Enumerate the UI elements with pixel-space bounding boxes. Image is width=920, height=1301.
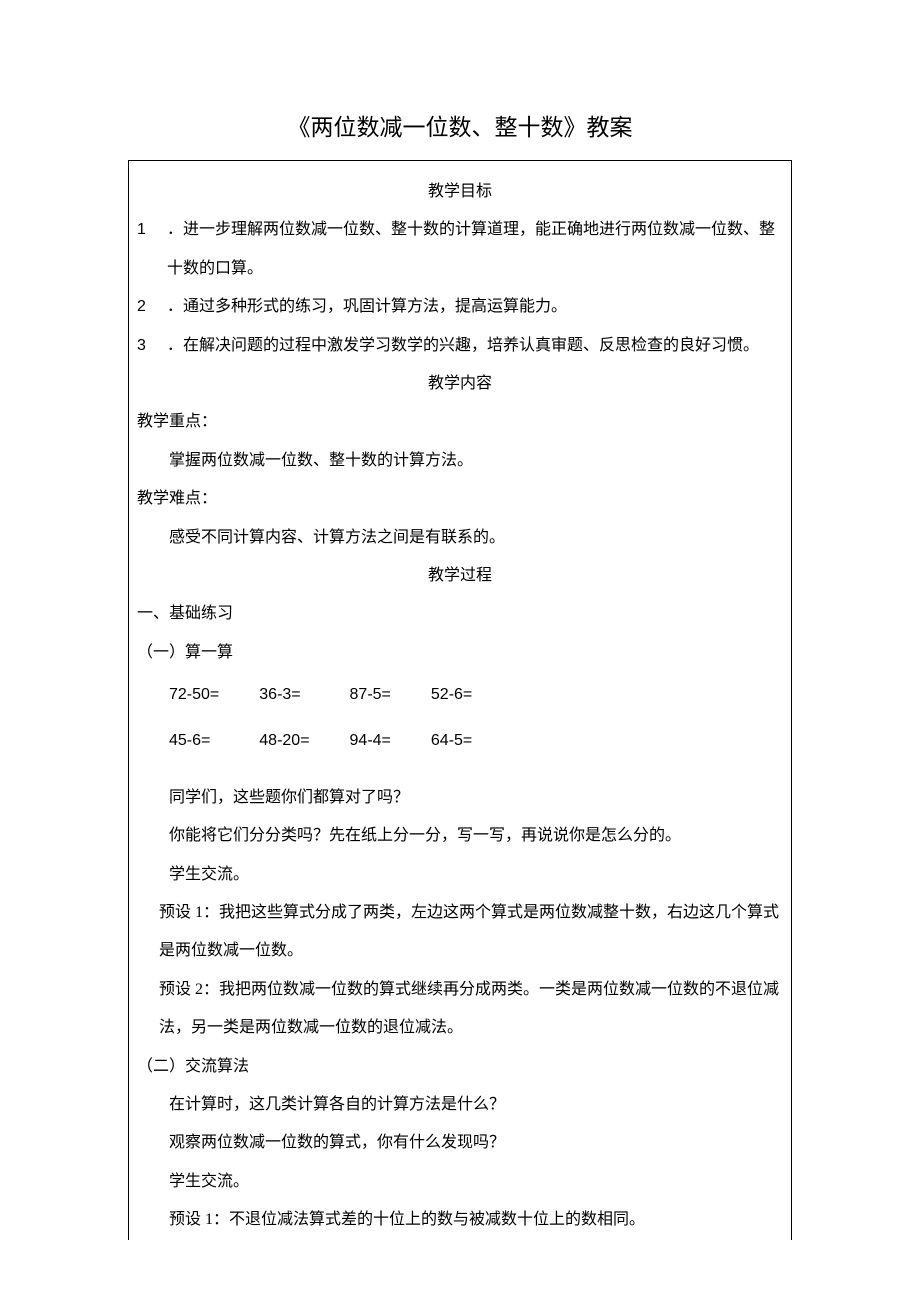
equation-cell: 48-20= bbox=[259, 718, 349, 764]
preset-text: 预设 1：我把这些算式分成了两类，左边这两个算式是两位数减整十数，右边这几个算式… bbox=[137, 894, 783, 971]
goal-text: ．进一步理解两位数减一位数、整十数的计算道理，能正确地进行两位数减一位数、整十数… bbox=[167, 221, 775, 276]
body-text: 你能将它们分分类吗？先在纸上分一分，写一写，再说说你是怎么分的。 bbox=[137, 817, 783, 855]
goal-item: 3 ．在解决问题的过程中激发学习数学的兴趣，培养认真审题、反思检查的良好习惯。 bbox=[137, 327, 783, 365]
equation-cell: 87-5= bbox=[350, 672, 431, 718]
goal-number: 2 bbox=[137, 288, 146, 326]
equations-table: 72-50= 36-3= 87-5= 52-6= 45-6= 48-20= 94… bbox=[169, 672, 512, 765]
section-heading-goals: 教学目标 bbox=[137, 173, 783, 211]
goal-text: ．在解决问题的过程中激发学习数学的兴趣，培养认真审题、反思检查的良好习惯。 bbox=[167, 337, 759, 354]
content-box: 教学目标 1 ．进一步理解两位数减一位数、整十数的计算道理，能正确地进行两位数减… bbox=[128, 160, 792, 1240]
equation-cell: 45-6= bbox=[169, 718, 259, 764]
section-1-heading: 一、基础练习 bbox=[137, 595, 783, 633]
body-text: 同学们，这些题你们都算对了吗？ bbox=[137, 779, 783, 817]
body-text: 在计算时，这几类计算各自的计算方法是什么？ bbox=[137, 1086, 783, 1124]
table-row: 72-50= 36-3= 87-5= 52-6= bbox=[169, 672, 512, 718]
goal-text: ．通过多种形式的练习，巩固计算方法，提高运算能力。 bbox=[167, 298, 567, 315]
body-text: 学生交流。 bbox=[137, 1163, 783, 1201]
goals-list: 1 ．进一步理解两位数减一位数、整十数的计算道理，能正确地进行两位数减一位数、整… bbox=[137, 211, 783, 365]
equation-cell: 52-6= bbox=[431, 672, 512, 718]
table-row: 45-6= 48-20= 94-4= 64-5= bbox=[169, 718, 512, 764]
difficulty-label: 教学难点： bbox=[137, 480, 783, 518]
difficulty-text: 感受不同计算内容、计算方法之间是有联系的。 bbox=[137, 519, 783, 557]
page-title: 《两位数减一位数、整十数》教案 bbox=[128, 108, 792, 142]
equation-cell: 64-5= bbox=[431, 718, 512, 764]
section-heading-process: 教学过程 bbox=[137, 557, 783, 595]
goal-item: 2 ．通过多种形式的练习，巩固计算方法，提高运算能力。 bbox=[137, 288, 783, 326]
body-text: 观察两位数减一位数的算式，你有什么发现吗？ bbox=[137, 1124, 783, 1162]
body-text: 学生交流。 bbox=[137, 856, 783, 894]
equation-cell: 72-50= bbox=[169, 672, 259, 718]
preset-text: 预设 2：我把两位数减一位数的算式继续再分成两类。一类是两位数减一位数的不退位减… bbox=[137, 971, 783, 1048]
focus-label: 教学重点： bbox=[137, 403, 783, 441]
equation-cell: 94-4= bbox=[350, 718, 431, 764]
goal-number: 1 bbox=[137, 211, 146, 249]
goal-item: 1 ．进一步理解两位数减一位数、整十数的计算道理，能正确地进行两位数减一位数、整… bbox=[137, 211, 783, 288]
subsection-1-heading: （一）算一算 bbox=[137, 634, 783, 672]
equation-cell: 36-3= bbox=[259, 672, 349, 718]
focus-text: 掌握两位数减一位数、整十数的计算方法。 bbox=[137, 442, 783, 480]
goal-number: 3 bbox=[137, 327, 146, 365]
subsection-2-heading: （二）交流算法 bbox=[137, 1048, 783, 1086]
preset-text: 预设 1：不退位减法算式差的十位上的数与被减数十位上的数相同。 bbox=[137, 1201, 783, 1239]
section-heading-content: 教学内容 bbox=[137, 365, 783, 403]
